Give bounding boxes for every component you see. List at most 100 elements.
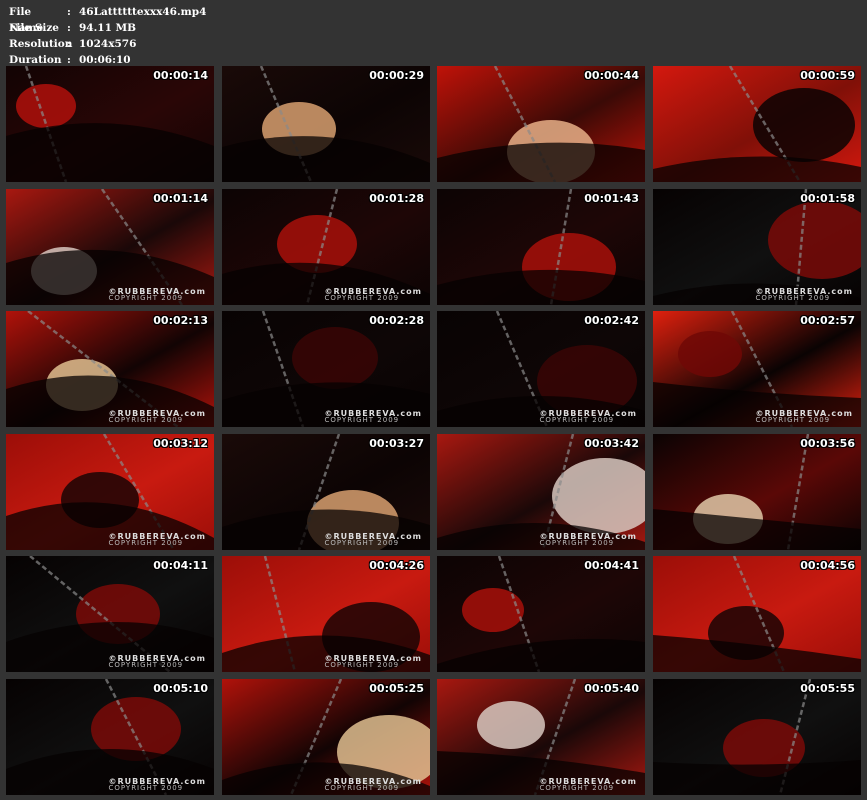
thumbnail: 00:01:43 [437,189,645,305]
thumbnail: 00:00:14 [6,66,214,182]
watermark-copyright: COPYRIGHT 2009 [539,416,615,424]
watermark: ©RUBBEREVA.com COPYRIGHT 2009 [108,655,206,669]
timestamp: 00:04:41 [584,559,639,572]
file-info-panel: File Name : 46Lattttttexxx46.mp4 File Si… [9,4,206,68]
watermark-copyright: COPYRIGHT 2009 [755,416,831,424]
watermark-copyright: COPYRIGHT 2009 [324,539,400,547]
timestamp: 00:00:44 [584,69,639,82]
timestamp: 00:05:10 [153,682,208,695]
timestamp: 00:00:59 [800,69,855,82]
watermark-copyright: COPYRIGHT 2009 [108,294,184,302]
watermark: ©RUBBEREVA.com COPYRIGHT 2009 [108,533,206,547]
timestamp: 00:04:26 [369,559,424,572]
watermark: ©RUBBEREVA.com COPYRIGHT 2009 [755,288,853,302]
watermark-copyright: COPYRIGHT 2009 [539,539,615,547]
thumbnail: 00:00:44 [437,66,645,182]
watermark: ©RUBBEREVA.com COPYRIGHT 2009 [324,533,422,547]
separator: : [67,22,71,34]
timestamp: 00:01:14 [153,192,208,205]
thumbnail: 00:02:13 ©RUBBEREVA.com COPYRIGHT 2009 [6,311,214,427]
thumbnail-image [653,434,861,550]
timestamp: 00:01:43 [584,192,639,205]
watermark-copyright: COPYRIGHT 2009 [108,661,184,669]
watermark-copyright: COPYRIGHT 2009 [324,416,400,424]
watermark: ©RUBBEREVA.com COPYRIGHT 2009 [108,778,206,792]
watermark-copyright: COPYRIGHT 2009 [324,294,400,302]
watermark: ©RUBBEREVA.com COPYRIGHT 2009 [755,410,853,424]
watermark-copyright: COPYRIGHT 2009 [324,661,400,669]
thumbnail-image [437,189,645,305]
watermark: ©RUBBEREVA.com COPYRIGHT 2009 [539,410,637,424]
thumbnail: 00:04:56 [653,556,861,672]
file-size-row: File Size : 94.11 MB [9,20,206,36]
timestamp: 00:01:28 [369,192,424,205]
watermark-copyright: COPYRIGHT 2009 [108,784,184,792]
thumbnail: 00:03:27 ©RUBBEREVA.com COPYRIGHT 2009 [222,434,430,550]
watermark-copyright: COPYRIGHT 2009 [324,784,400,792]
watermark: ©RUBBEREVA.com COPYRIGHT 2009 [324,410,422,424]
thumbnail: 00:05:25 ©RUBBEREVA.com COPYRIGHT 2009 [222,679,430,795]
thumbnail: 00:01:58 ©RUBBEREVA.com COPYRIGHT 2009 [653,189,861,305]
thumbnail-image [653,66,861,182]
timestamp: 00:00:14 [153,69,208,82]
watermark: ©RUBBEREVA.com COPYRIGHT 2009 [108,410,206,424]
timestamp: 00:02:57 [800,314,855,327]
timestamp: 00:03:12 [153,437,208,450]
watermark: ©RUBBEREVA.com COPYRIGHT 2009 [324,778,422,792]
timestamp: 00:03:42 [584,437,639,450]
thumbnail: 00:00:29 [222,66,430,182]
separator: : [67,38,71,50]
thumbnail: 00:05:55 [653,679,861,795]
timestamp: 00:03:27 [369,437,424,450]
thumbnail: 00:02:42 ©RUBBEREVA.com COPYRIGHT 2009 [437,311,645,427]
thumbnail: 00:03:42 ©RUBBEREVA.com COPYRIGHT 2009 [437,434,645,550]
watermark: ©RUBBEREVA.com COPYRIGHT 2009 [539,533,637,547]
watermark: ©RUBBEREVA.com COPYRIGHT 2009 [108,288,206,302]
file-name-label: File Name [9,6,44,34]
file-name-value: 46Lattttttexxx46.mp4 [79,6,207,18]
watermark-copyright: COPYRIGHT 2009 [108,416,184,424]
timestamp: 00:01:58 [800,192,855,205]
thumbnail: 00:01:14 ©RUBBEREVA.com COPYRIGHT 2009 [6,189,214,305]
thumbnail: 00:04:41 [437,556,645,672]
resolution-value: 1024x576 [79,38,137,50]
timestamp: 00:02:42 [584,314,639,327]
watermark-copyright: COPYRIGHT 2009 [755,294,831,302]
thumbnail-image [437,66,645,182]
thumbnail: 00:00:59 [653,66,861,182]
thumbnail: 00:01:28 ©RUBBEREVA.com COPYRIGHT 2009 [222,189,430,305]
timestamp: 00:04:11 [153,559,208,572]
watermark: ©RUBBEREVA.com COPYRIGHT 2009 [324,655,422,669]
thumbnail-image [437,556,645,672]
thumbnail-image [653,556,861,672]
resolution-row: Resolution : 1024x576 [9,36,206,52]
thumbnail-image [653,679,861,795]
timestamp: 00:05:40 [584,682,639,695]
file-size-value: 94.11 MB [79,22,137,34]
thumbnail: 00:02:28 ©RUBBEREVA.com COPYRIGHT 2009 [222,311,430,427]
thumbnail: 00:04:26 ©RUBBEREVA.com COPYRIGHT 2009 [222,556,430,672]
thumbnail-grid: 00:00:14 00:00:29 00:00:44 00:00:59 00:01:14… [6,66,862,796]
thumbnail-image [222,66,430,182]
thumbnail: 00:03:56 [653,434,861,550]
timestamp: 00:02:13 [153,314,208,327]
thumbnail: 00:05:40 ©RUBBEREVA.com COPYRIGHT 2009 [437,679,645,795]
thumbnail-image [6,66,214,182]
timestamp: 00:05:55 [800,682,855,695]
timestamp: 00:00:29 [369,69,424,82]
thumbnail: 00:04:11 ©RUBBEREVA.com COPYRIGHT 2009 [6,556,214,672]
watermark-copyright: COPYRIGHT 2009 [108,539,184,547]
file-size-label: File Size [9,22,59,34]
resolution-label: Resolution [9,38,73,50]
file-name-row: File Name : 46Lattttttexxx46.mp4 [9,4,207,34]
thumbnail: 00:03:12 ©RUBBEREVA.com COPYRIGHT 2009 [6,434,214,550]
timestamp: 00:02:28 [369,314,424,327]
watermark: ©RUBBEREVA.com COPYRIGHT 2009 [324,288,422,302]
watermark-copyright: COPYRIGHT 2009 [539,784,615,792]
timestamp: 00:05:25 [369,682,424,695]
timestamp: 00:03:56 [800,437,855,450]
separator: : [67,6,71,18]
watermark: ©RUBBEREVA.com COPYRIGHT 2009 [539,778,637,792]
thumbnail: 00:05:10 ©RUBBEREVA.com COPYRIGHT 2009 [6,679,214,795]
thumbnail: 00:02:57 ©RUBBEREVA.com COPYRIGHT 2009 [653,311,861,427]
